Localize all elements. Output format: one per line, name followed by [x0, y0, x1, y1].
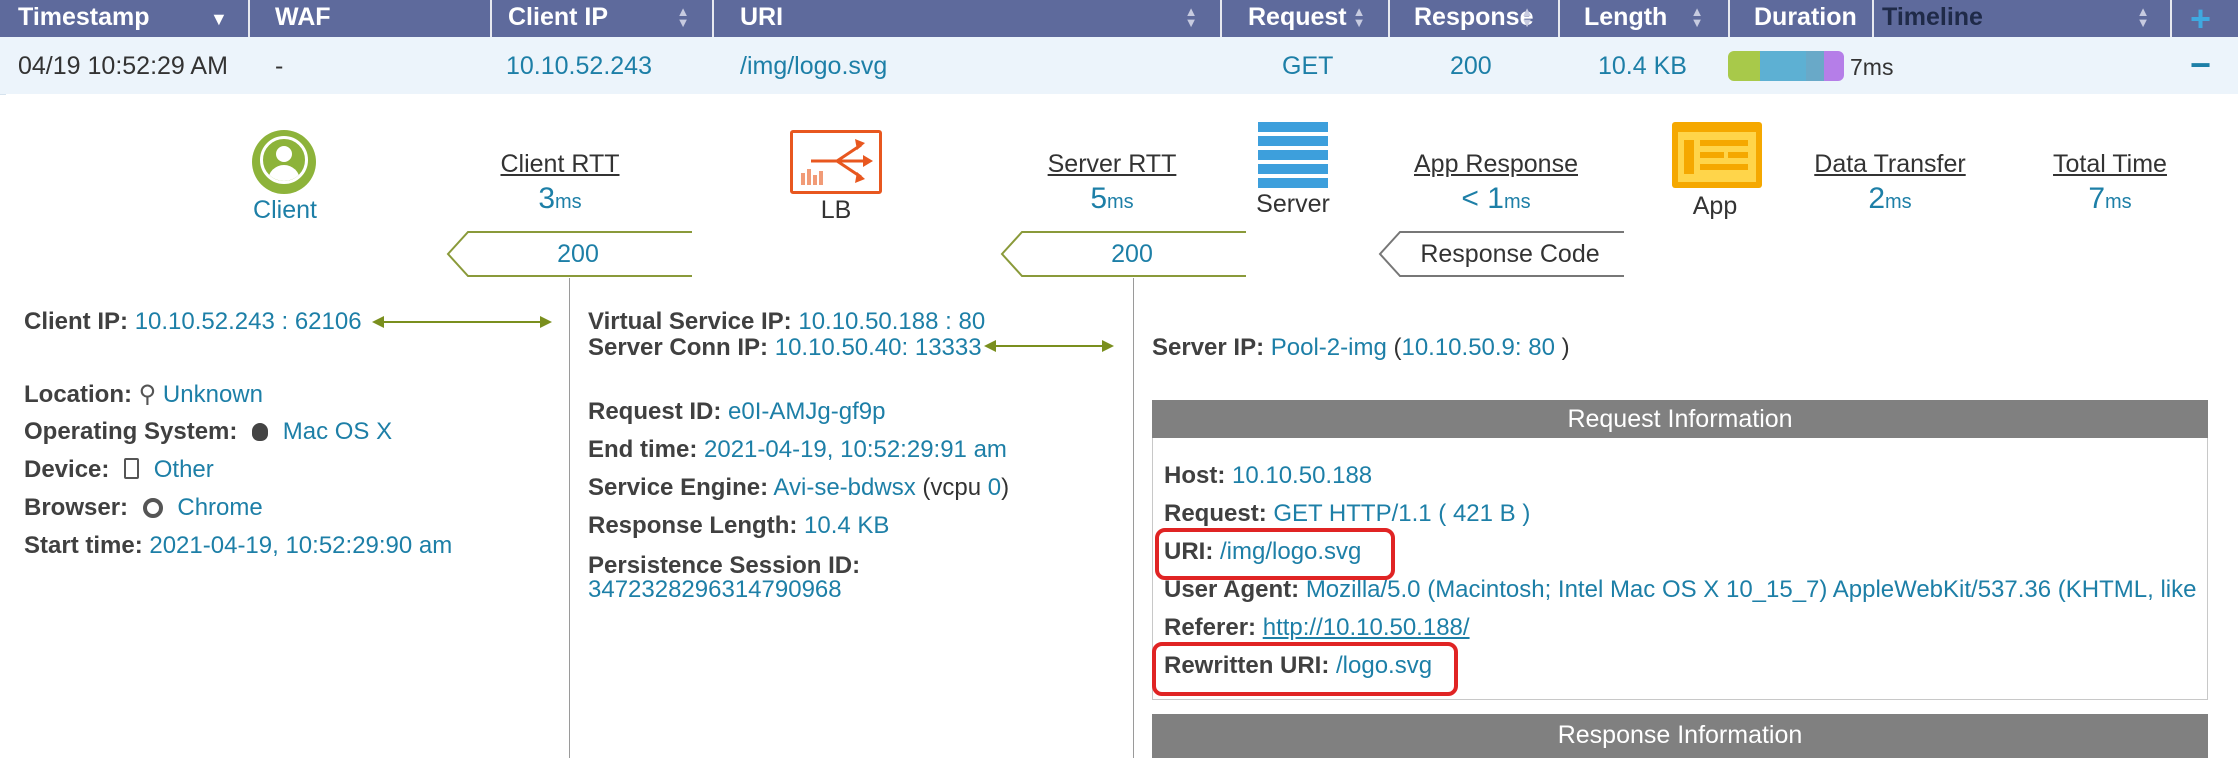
col-uri[interactable]: URI [740, 0, 783, 37]
client-rtt-title: Client RTT [500, 150, 620, 178]
divider [1133, 278, 1134, 758]
service-engine-row: Service Engine: Avi-se-bdwsx (vcpu 0) [588, 474, 1010, 501]
col-response[interactable]: Response [1414, 0, 1533, 37]
rewritten-uri-highlight [1152, 642, 1458, 696]
sort-icon[interactable]: ▲ ▼ [1184, 5, 1198, 30]
virtual-service-row: Virtual Service IP: 10.10.50.188 : 80 [588, 308, 986, 335]
response-code-lb: 200 [1111, 240, 1153, 268]
sort-icon[interactable]: ▲ ▼ [676, 5, 690, 30]
server-ip-row: Server IP: Pool-2-img (10.10.50.9: 80 ) [1152, 334, 1570, 361]
server-rtt-title: Server RTT [1047, 150, 1177, 178]
table-header: Timestamp ▼ WAF Client IP ▲ ▼ URI ▲ ▼ Requ… [0, 0, 2238, 40]
divider [569, 278, 570, 758]
row-uri[interactable]: /img/logo.svg [740, 52, 887, 81]
sort-icon[interactable]: ▲ ▼ [1520, 5, 1534, 30]
row-waf: - [275, 52, 284, 80]
device-phone-icon [124, 458, 140, 479]
data-transfer-value: 2ms [1868, 182, 1912, 215]
table-row[interactable] [0, 37, 2238, 95]
sort-icon[interactable]: ▲ ▼ [1690, 5, 1704, 30]
data-transfer-title: Data Transfer [1814, 150, 1966, 178]
uri-highlight [1155, 528, 1395, 580]
user-agent-row: User Agent: Mozilla/5.0 (Macintosh; Inte… [1164, 576, 2197, 603]
row-request[interactable]: GET [1282, 52, 1333, 81]
row-client-ip[interactable]: 10.10.52.243 [506, 52, 652, 81]
request-info-title: Request Information [1152, 400, 2208, 438]
col-client-ip[interactable]: Client IP [508, 0, 608, 37]
row-duration: 7ms [1850, 54, 1894, 80]
host-row: Host: 10.10.50.188 [1164, 462, 1373, 489]
client-rtt-value: 3ms [538, 182, 582, 215]
col-duration[interactable]: Duration [1754, 0, 1857, 37]
add-column-icon[interactable]: + [2190, 0, 2211, 40]
row-timestamp: 04/19 10:52:29 AM [18, 52, 228, 80]
request-row: Request: GET HTTP/1.1 ( 421 B ) [1164, 500, 1531, 527]
row-length: 10.4 KB [1598, 52, 1687, 80]
app-label: App [1692, 192, 1738, 220]
client-label: Client [253, 196, 317, 224]
timeline-bar [1728, 51, 1844, 81]
connection-arrow-icon [372, 316, 552, 328]
request-id-row: Request ID: e0I-AMJg-gf9p [588, 398, 886, 425]
start-time-row: Start time: 2021-04-19, 10:52:29:90 am [24, 532, 453, 559]
persistence-value: 3472328296314790968 [588, 576, 842, 603]
server-conn-row: Server Conn IP: 10.10.50.40: 13333 [588, 334, 982, 361]
connection-arrow-icon [984, 340, 1114, 352]
sort-icon[interactable]: ▲ ▼ [1352, 5, 1366, 30]
server-label: Server [1256, 190, 1330, 218]
response-code-client: 200 [557, 240, 599, 268]
col-length[interactable]: Length [1584, 0, 1667, 37]
col-request[interactable]: Request [1248, 0, 1347, 37]
response-info-title: Response Information [1152, 714, 2208, 758]
sort-icon[interactable]: ▲ ▼ [2136, 5, 2150, 30]
lb-label: LB [820, 196, 852, 224]
col-timeline[interactable]: Timeline [1882, 0, 1983, 37]
browser-row: Browser: Chrome [24, 494, 263, 521]
app-response-value: < 1ms [1461, 182, 1531, 215]
chrome-icon [142, 498, 163, 518]
server-stack-icon [1258, 122, 1328, 188]
collapse-icon[interactable]: − [2190, 44, 2211, 86]
referer-row: Referer: http://10.10.50.188/ [1164, 614, 1470, 641]
apple-icon [252, 423, 269, 441]
total-time-title: Total Time [2053, 150, 2167, 178]
col-waf[interactable]: WAF [275, 0, 331, 37]
col-timestamp[interactable]: Timestamp [18, 0, 150, 37]
response-length-row: Response Length: 10.4 KB [588, 512, 890, 539]
end-time-row: End time: 2021-04-19, 10:52:29:91 am [588, 436, 1007, 463]
server-rtt-value: 5ms [1090, 182, 1134, 215]
device-row: Device: Other [24, 456, 214, 483]
client-user-icon [252, 130, 316, 194]
app-window-icon [1672, 122, 1762, 188]
os-row: Operating System: Mac OS X [24, 418, 393, 445]
location-row: Location: ⚲ Unknown [24, 381, 263, 408]
total-time-value: 7ms [2088, 182, 2132, 215]
app-response-title: App Response [1413, 150, 1578, 178]
client-ip-row: Client IP: 10.10.52.243 : 62106 [24, 308, 362, 335]
sort-desc-icon[interactable]: ▼ [210, 9, 228, 30]
row-response[interactable]: 200 [1450, 52, 1492, 81]
response-code-label: Response Code [1420, 240, 1600, 268]
location-pin-icon: ⚲ [138, 381, 157, 408]
load-balancer-icon [790, 130, 882, 194]
